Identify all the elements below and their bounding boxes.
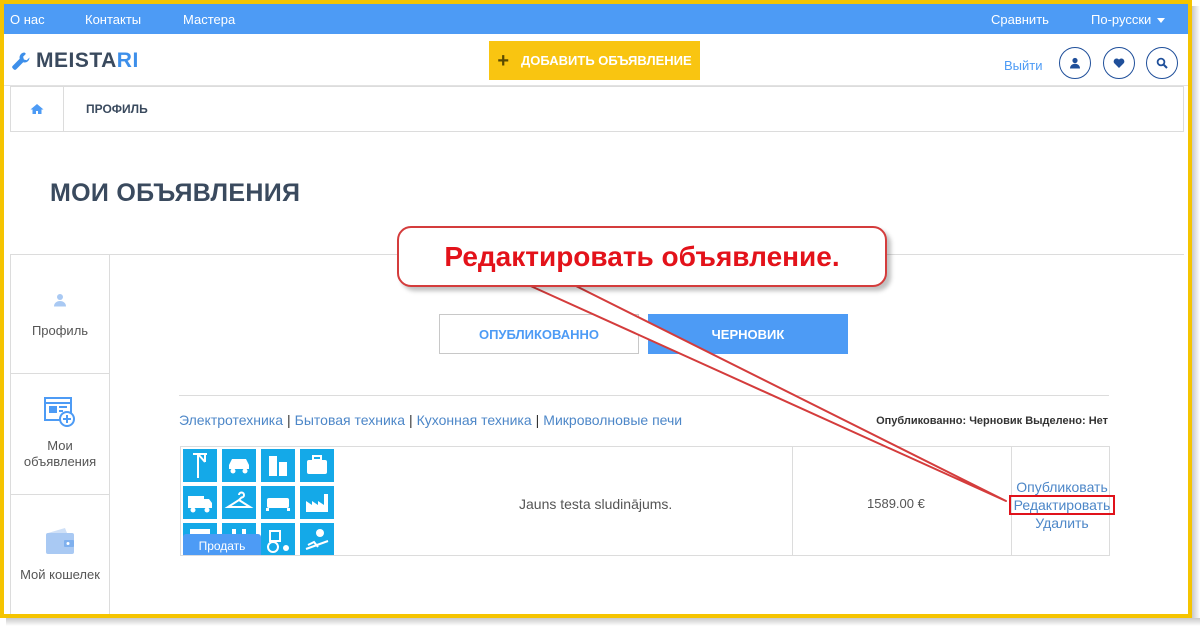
category-link[interactable]: Кухонная техника — [417, 412, 532, 428]
delete-link[interactable]: Удалить — [1012, 515, 1112, 531]
nav-link-about[interactable]: О нас — [10, 12, 45, 27]
sidebar-item-wallet[interactable]: Мой кошелек — [11, 495, 109, 614]
plus-icon: + — [497, 49, 510, 72]
sidebar-item-my-ads[interactable]: Мои объявления — [11, 373, 109, 495]
listing-title[interactable]: Jauns testa sludinājums. — [519, 496, 672, 512]
logo-text-main: MEISTA — [36, 49, 117, 72]
beach-icon — [300, 523, 334, 555]
sidebar-item-label: Мой кошелек — [20, 567, 100, 582]
car-icon — [222, 449, 256, 482]
main-content — [110, 254, 1184, 614]
sell-badge[interactable]: Продать — [183, 534, 261, 555]
listing-row: Продать Jauns testa sludinājums. 1589.00… — [180, 446, 1115, 556]
add-listing-button[interactable]: + ДОБАВИТЬ ОБЪЯВЛЕНИЕ — [489, 41, 700, 80]
listing-price: 1589.00 € — [867, 496, 925, 511]
publish-link[interactable]: Опубликовать — [1012, 479, 1112, 495]
sidebar-item-profile[interactable]: Профиль — [11, 255, 109, 373]
nav-link-contacts[interactable]: Контакты — [85, 12, 141, 27]
listing-status: Опубликованно: Черновик Выделено: Нет — [876, 415, 1108, 427]
chevron-down-icon — [1157, 18, 1166, 24]
breadcrumb-current: ПРОФИЛЬ — [86, 102, 148, 116]
site-logo[interactable]: MEISTARI — [10, 48, 139, 74]
nav-link-masters[interactable]: Мастера — [183, 12, 235, 27]
home-icon — [30, 104, 44, 114]
category-link[interactable]: Электротехника — [179, 412, 283, 428]
nav-link-compare[interactable]: Сравнить — [991, 12, 1049, 27]
briefcase-icon — [300, 449, 334, 482]
ads-icon — [44, 397, 75, 427]
divider — [179, 395, 1109, 396]
annotation-text: Редактировать объявление. — [444, 240, 840, 272]
frame-shadow — [6, 618, 1200, 626]
edit-link[interactable]: Редактировать — [1009, 495, 1115, 515]
logo-text: MEISTARI — [36, 49, 139, 73]
frame-shadow — [1192, 6, 1200, 620]
buildings-icon — [261, 449, 295, 482]
logout-link[interactable]: Выйти — [1004, 58, 1043, 73]
crane-icon — [183, 449, 217, 482]
hanger-icon — [222, 486, 256, 519]
tab-draft[interactable]: ЧЕРНОВИК — [648, 314, 848, 354]
sidebar-item-label: Профиль — [31, 323, 89, 338]
tractor-icon — [261, 523, 295, 555]
top-navigation-bar: О нас Контакты Мастера Сравнить По-русск… — [4, 4, 1188, 34]
page-title: МОИ ОБЪЯВЛЕНИЯ — [50, 179, 301, 207]
search-button[interactable] — [1146, 47, 1178, 79]
user-icon — [54, 294, 66, 307]
category-breadcrumb: Электротехника | Бытовая техника | Кухонная … — [179, 412, 682, 428]
profile-sidebar: Профиль Мои объявления Мой кошелек — [10, 254, 110, 614]
sidebar-item-label: Мои объявления — [23, 438, 97, 469]
heart-icon — [1113, 58, 1125, 68]
favorites-button[interactable] — [1103, 47, 1135, 79]
wallet-icon — [46, 528, 74, 554]
language-select[interactable]: По-русски — [1091, 12, 1166, 27]
separator: | — [409, 412, 413, 428]
factory-icon — [300, 486, 334, 519]
separator: | — [287, 412, 291, 428]
category-link[interactable]: Бытовая техника — [295, 412, 405, 428]
breadcrumb-home[interactable] — [11, 87, 64, 131]
sofa-icon — [261, 486, 295, 519]
profile-button[interactable] — [1059, 47, 1091, 79]
wrench-icon — [12, 52, 30, 70]
column-divider — [792, 447, 793, 555]
language-label: По-русски — [1091, 12, 1152, 27]
browser-frame: О нас Контакты Мастера Сравнить По-русск… — [0, 0, 1192, 618]
tab-published[interactable]: ОПУБЛИКОВАННО — [439, 314, 639, 354]
annotation-callout: Редактировать объявление. — [397, 226, 887, 287]
category-link[interactable]: Микроволновые печи — [543, 412, 682, 428]
search-icon — [1156, 57, 1168, 69]
listing-actions: Опубликовать Редактировать Удалить — [1009, 479, 1115, 531]
site-header: MEISTARI + ДОБАВИТЬ ОБЪЯВЛЕНИЕ Выйти — [4, 34, 1188, 86]
listing-thumbnail[interactable]: Продать — [183, 449, 337, 555]
separator: | — [535, 412, 540, 428]
breadcrumb: ПРОФИЛЬ — [10, 86, 1184, 132]
user-icon — [1070, 57, 1080, 69]
add-listing-label: ДОБАВИТЬ ОБЪЯВЛЕНИЕ — [521, 53, 692, 68]
truck-icon — [183, 486, 217, 519]
logo-text-accent: RI — [116, 49, 139, 72]
